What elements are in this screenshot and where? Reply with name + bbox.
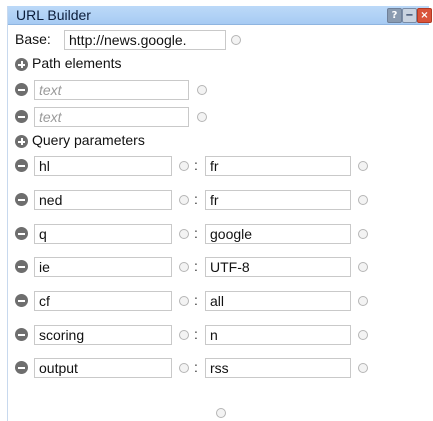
query-value-connector-icon[interactable] [358,330,368,340]
window-title: URL Builder [16,7,91,23]
path-elements-heading: Path elements [32,55,122,71]
remove-query-parameter-icon[interactable] [15,260,28,273]
query-value-connector-icon[interactable] [358,195,368,205]
query-value-input[interactable]: all [205,291,351,311]
title-bar[interactable]: URL Builder ? − × [8,6,432,25]
key-value-separator: : [194,157,198,173]
query-key-connector-icon[interactable] [179,229,189,239]
query-value-connector-icon[interactable] [358,296,368,306]
output-connector-icon[interactable] [216,408,226,418]
query-key-connector-icon[interactable] [179,296,189,306]
remove-query-parameter-icon[interactable] [15,361,28,374]
query-parameters-heading: Query parameters [32,132,145,148]
help-icon[interactable]: ? [387,8,402,23]
query-key-connector-icon[interactable] [179,363,189,373]
remove-query-parameter-icon[interactable] [15,328,28,341]
query-value-connector-icon[interactable] [358,161,368,171]
query-value-input[interactable]: fr [205,190,351,210]
base-connector-icon[interactable] [231,35,241,45]
query-key-connector-icon[interactable] [179,195,189,205]
base-url-input[interactable]: http://news.google. [64,30,226,50]
query-value-input[interactable]: rss [205,358,351,378]
key-value-separator: : [194,326,198,342]
query-value-connector-icon[interactable] [358,262,368,272]
remove-query-parameter-icon[interactable] [15,159,28,172]
query-key-input[interactable]: cf [34,291,172,311]
query-value-input[interactable]: n [205,325,351,345]
path-element-input[interactable]: text [34,80,189,100]
query-value-input[interactable]: UTF-8 [205,257,351,277]
remove-query-parameter-icon[interactable] [15,227,28,240]
remove-path-element-icon[interactable] [15,110,28,123]
path-element-connector-icon[interactable] [197,112,207,122]
query-key-input[interactable]: ned [34,190,172,210]
query-value-input[interactable]: fr [205,156,351,176]
remove-path-element-icon[interactable] [15,83,28,96]
path-element-input[interactable]: text [34,107,189,127]
query-key-input[interactable]: scoring [34,325,172,345]
query-value-input[interactable]: google [205,224,351,244]
remove-query-parameter-icon[interactable] [15,294,28,307]
key-value-separator: : [194,292,198,308]
query-value-connector-icon[interactable] [358,229,368,239]
query-key-input[interactable]: hl [34,156,172,176]
query-key-connector-icon[interactable] [179,330,189,340]
close-icon[interactable]: × [417,8,432,23]
query-key-connector-icon[interactable] [179,161,189,171]
query-key-input[interactable]: output [34,358,172,378]
key-value-separator: : [194,359,198,375]
key-value-separator: : [194,225,198,241]
url-builder-window: URL Builder ? − × Base: http://news.goog… [7,6,432,421]
key-value-separator: : [194,191,198,207]
add-query-parameter-icon[interactable] [15,135,28,148]
query-value-connector-icon[interactable] [358,363,368,373]
query-key-connector-icon[interactable] [179,262,189,272]
minimize-icon[interactable]: − [402,8,417,23]
path-element-connector-icon[interactable] [197,85,207,95]
query-key-input[interactable]: q [34,224,172,244]
base-label: Base: [15,31,51,47]
key-value-separator: : [194,258,198,274]
query-key-input[interactable]: ie [34,257,172,277]
add-path-element-icon[interactable] [15,58,28,71]
remove-query-parameter-icon[interactable] [15,193,28,206]
